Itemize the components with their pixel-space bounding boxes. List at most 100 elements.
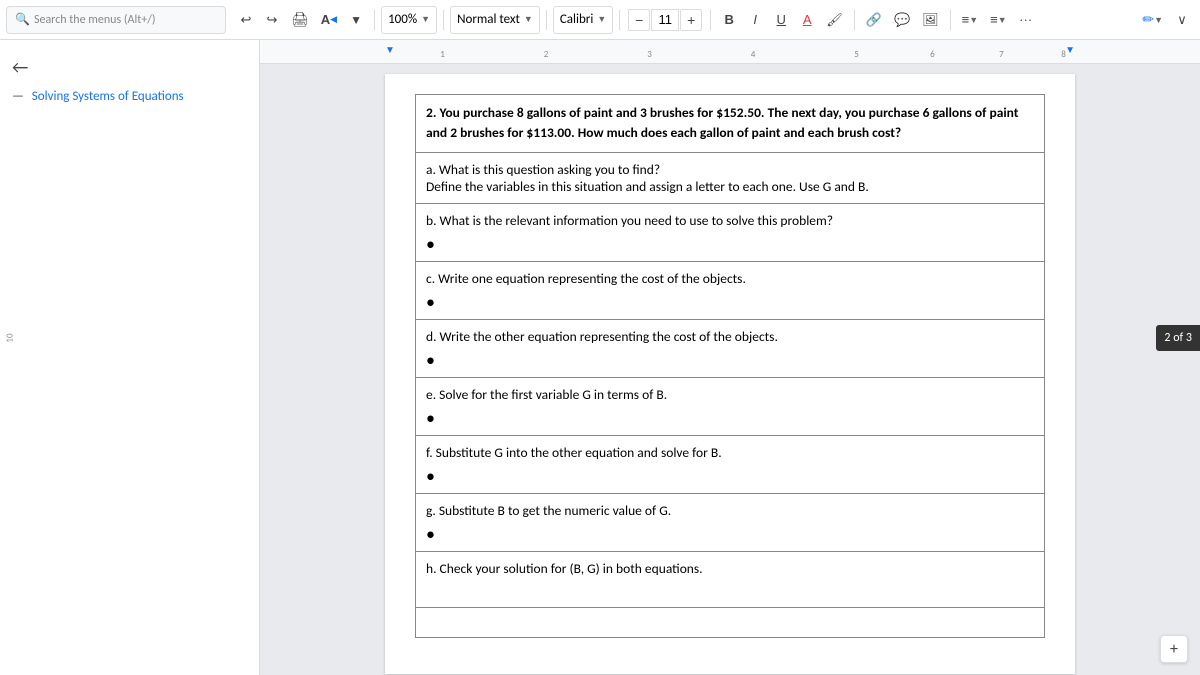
label-d: d. Write the other equation representing…	[426, 328, 778, 345]
font-size-decrease[interactable]: −	[628, 9, 650, 31]
table-row-c: c. Write one equation representing the c…	[416, 261, 1045, 319]
sep3	[546, 10, 547, 30]
sep1	[374, 10, 375, 30]
ruler-mark-5: 5	[854, 49, 859, 60]
ruler-mark-8: 8	[1061, 49, 1066, 60]
bold-button[interactable]: B	[717, 6, 741, 34]
bullet-d: •	[426, 351, 1034, 369]
back-icon: ←	[12, 56, 28, 78]
print-button[interactable]: 🖨	[286, 6, 314, 34]
cell-g: g. Substitute B to get the numeric value…	[416, 493, 1045, 551]
font-dropdown[interactable]: Calibri ▼	[553, 6, 613, 34]
underline-button[interactable]: U	[769, 6, 793, 34]
label-a: a. What is this question asking you to f…	[426, 161, 869, 195]
ruler-left-arrow: ▼	[385, 43, 395, 56]
font-size-increase[interactable]: +	[680, 9, 702, 31]
bold-icon: B	[725, 12, 734, 27]
list-button[interactable]: ≡ ▼	[985, 6, 1012, 34]
search-placeholder: Search the menus (Alt+/)	[34, 13, 156, 27]
text-style-dropdown[interactable]: Normal text ▼	[450, 6, 540, 34]
document-area[interactable]: ▼ ▼ 1 2 3 4 5 6 7 8 2.	[260, 40, 1200, 675]
cell-f: f. Substitute G into the other equation …	[416, 435, 1045, 493]
font-value: Calibri	[560, 12, 593, 27]
table-row-header: 2. You purchase 8 gallons of paint and 3…	[416, 95, 1045, 153]
sep7	[950, 10, 951, 30]
sidebar-title: Solving Systems of Equations	[32, 89, 184, 104]
filter-button[interactable]: ▼	[344, 6, 368, 34]
link-button[interactable]: 🔗	[861, 6, 887, 34]
more-button[interactable]: ···	[1014, 6, 1038, 34]
search-box[interactable]: 🔍 Search the menus (Alt+/)	[6, 6, 226, 34]
print-icon: 🖨	[291, 11, 309, 28]
more-icon: ···	[1019, 12, 1032, 27]
ruler-mark-2: 2	[544, 49, 549, 60]
redo-button[interactable]: ↪	[260, 6, 284, 34]
edit-button[interactable]: ✏ ▼	[1137, 6, 1168, 34]
redo-icon: ↪	[267, 12, 278, 28]
zoom-dropdown[interactable]: 100% ▼	[381, 6, 437, 34]
label-e: e. Solve for the first variable G in ter…	[426, 386, 667, 403]
zoom-arrow: ▼	[421, 14, 430, 25]
table-row-e: e. Solve for the first variable G in ter…	[416, 377, 1045, 435]
cell-c: c. Write one equation representing the c…	[416, 261, 1045, 319]
vertical-page-num: 10	[5, 328, 16, 348]
cell-b: b. What is the relevant information you …	[416, 203, 1045, 261]
bullet-e: •	[426, 409, 1034, 427]
ruler-mark-6: 6	[930, 49, 935, 60]
add-icon: +	[1170, 640, 1178, 659]
image-button[interactable]: 🖼	[917, 6, 944, 34]
label-h: h. Check your solution for (B, G) in bot…	[426, 560, 703, 577]
font-arrow: ▼	[597, 14, 606, 25]
cell-a: a. What is this question asking you to f…	[416, 152, 1045, 203]
comment-button[interactable]: 💬	[889, 6, 915, 34]
undo-button[interactable]: ↩	[234, 6, 258, 34]
text-style-arrow: ▼	[524, 14, 533, 25]
align-icon: ≡	[962, 12, 970, 27]
ruler-mark-1: 1	[440, 49, 445, 60]
sep4	[619, 10, 620, 30]
underline-icon: U	[777, 12, 786, 27]
cell-extra	[416, 607, 1045, 637]
expand-icon: ∨	[1177, 12, 1187, 28]
table-row-a: a. What is this question asking you to f…	[416, 152, 1045, 203]
comment-icon: 💬	[894, 12, 910, 28]
font-color-icon: A	[803, 12, 812, 27]
link-icon: 🔗	[866, 12, 882, 28]
filter-icon: ▼	[350, 13, 362, 27]
highlight-icon: 🖌	[826, 12, 843, 28]
sidebar-item-title[interactable]: — Solving Systems of Equations	[0, 84, 259, 109]
page-indicator[interactable]: 2 of 3	[1156, 325, 1200, 351]
undo-icon: ↩	[241, 12, 252, 28]
page-indicator-text: 2 of 3	[1164, 331, 1192, 345]
header-cell: 2. You purchase 8 gallons of paint and 3…	[416, 95, 1045, 153]
font-size-input[interactable]	[651, 9, 679, 31]
list-icon: ≡	[990, 12, 998, 27]
image-icon: 🖼	[922, 12, 939, 28]
table-row-d: d. Write the other equation representing…	[416, 319, 1045, 377]
bullet-f: •	[426, 467, 1034, 485]
align-button[interactable]: ≡ ▼	[957, 6, 984, 34]
zoom-value: 100%	[388, 12, 417, 27]
table-row-extra	[416, 607, 1045, 637]
label-c: c. Write one equation representing the c…	[426, 270, 746, 287]
edit-icon: ✏	[1142, 11, 1154, 28]
font-color-button[interactable]: A	[795, 6, 819, 34]
back-button[interactable]: ←	[0, 50, 259, 84]
sidebar: ← — Solving Systems of Equations	[0, 40, 260, 675]
table-row-g: g. Substitute B to get the numeric value…	[416, 493, 1045, 551]
bullet-g: •	[426, 525, 1034, 543]
highlight-button[interactable]: 🖌	[821, 6, 848, 34]
format-paint-button[interactable]: A◀	[316, 6, 342, 34]
ruler-mark-4: 4	[751, 49, 756, 60]
text-style-value: Normal text	[457, 12, 520, 27]
document-page: 2. You purchase 8 gallons of paint and 3…	[385, 74, 1075, 674]
sep6	[854, 10, 855, 30]
add-button[interactable]: +	[1160, 635, 1188, 663]
search-icon: 🔍	[15, 12, 30, 27]
problem-table: 2. You purchase 8 gallons of paint and 3…	[415, 94, 1045, 638]
italic-button[interactable]: I	[743, 6, 767, 34]
expand-button[interactable]: ∨	[1170, 6, 1194, 34]
table-row-f: f. Substitute G into the other equation …	[416, 435, 1045, 493]
label-g: g. Substitute B to get the numeric value…	[426, 502, 671, 519]
ruler-right-arrow: ▼	[1065, 43, 1075, 56]
